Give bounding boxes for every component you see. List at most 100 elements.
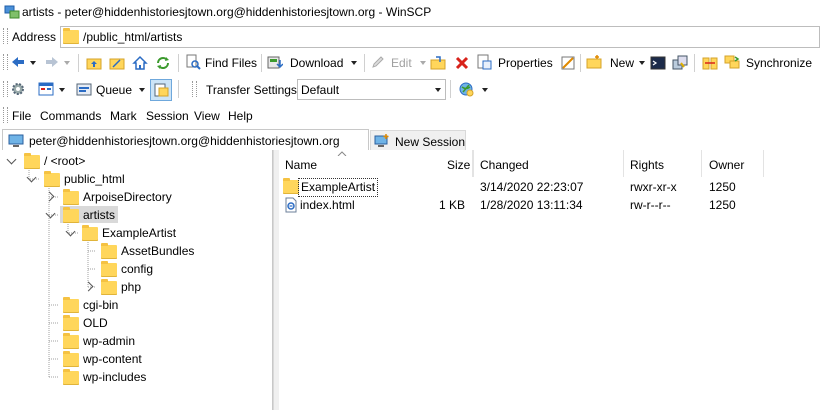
synchronize-button[interactable]: Synchronize <box>724 54 816 72</box>
column-divider[interactable] <box>763 150 764 177</box>
root-directory-icon[interactable] <box>109 55 125 71</box>
back-arrow-icon <box>12 57 24 67</box>
separator <box>261 54 262 72</box>
forward-arrow-icon <box>46 57 58 67</box>
chevron-down-icon[interactable] <box>45 208 56 219</box>
column-divider[interactable] <box>473 150 474 177</box>
download-button[interactable]: Download <box>267 54 361 72</box>
toolbar-grip[interactable] <box>3 54 8 70</box>
column-header-size[interactable]: Size <box>447 158 470 172</box>
refresh-icon[interactable] <box>155 55 171 71</box>
tree-item-old[interactable]: OLD <box>0 314 272 332</box>
toolbar-grip[interactable] <box>3 107 8 123</box>
chevron-right-icon[interactable] <box>44 191 55 202</box>
file-changed: 3/14/2020 22:23:07 <box>480 180 584 194</box>
table-row[interactable]: ExampleArtist 3/14/2020 22:23:07 rwxr-xr… <box>279 178 821 197</box>
menu-session[interactable]: Session <box>146 109 189 123</box>
tree-item-exampleartist[interactable]: ExampleArtist <box>0 224 272 242</box>
tree-item-assetbundles[interactable]: AssetBundles <box>0 242 272 260</box>
tree-item-label: wp-content <box>83 352 142 366</box>
toolbar-grip[interactable] <box>192 81 197 97</box>
tree-item-config[interactable]: config <box>0 260 272 278</box>
column-header-rights[interactable]: Rights <box>630 158 664 172</box>
file-changed: 1/28/2020 13:11:34 <box>480 198 583 212</box>
toolbar-grip[interactable] <box>3 28 8 44</box>
console-icon[interactable] <box>650 55 666 71</box>
transfer-options-button[interactable] <box>458 80 490 98</box>
calculate-size-icon[interactable] <box>560 55 576 71</box>
menu-file[interactable]: File <box>12 109 31 123</box>
find-files-button[interactable]: Find Files <box>185 54 257 72</box>
address-bar: Address /public_html/artists <box>0 24 821 49</box>
folder-icon <box>63 333 79 349</box>
synchronize-label: Synchronize <box>746 56 813 70</box>
preferences-gear-icon[interactable] <box>10 81 26 97</box>
tree-item-php[interactable]: php <box>0 278 272 296</box>
chevron-down-icon <box>64 61 70 65</box>
folder-icon <box>101 261 117 277</box>
menu-view[interactable]: View <box>194 109 220 123</box>
menu-mark[interactable]: Mark <box>110 109 137 123</box>
queue-button[interactable]: Queue <box>76 80 148 98</box>
compare-directories-icon[interactable] <box>702 55 718 71</box>
toolbar-grip[interactable] <box>3 81 8 97</box>
folder-icon <box>82 225 98 241</box>
file-list[interactable]: Name Size Changed Rights Owner ExampleAr… <box>279 150 821 410</box>
tree-item-wp-admin[interactable]: wp-admin <box>0 332 272 350</box>
column-header-owner[interactable]: Owner <box>709 158 744 172</box>
chevron-down-icon[interactable] <box>65 226 76 237</box>
back-button[interactable] <box>10 54 38 71</box>
tab-new-session[interactable]: New Session <box>370 130 466 151</box>
chevron-down-icon[interactable] <box>6 154 17 165</box>
column-divider[interactable] <box>623 150 624 177</box>
separator <box>580 54 581 72</box>
edit-button[interactable]: Edit <box>370 54 426 72</box>
menu-help[interactable]: Help <box>228 109 253 123</box>
queue-toggle-button[interactable] <box>150 79 172 101</box>
tree-item-arpoisedirectory[interactable]: ArpoiseDirectory <box>0 188 272 206</box>
tree-item-artists[interactable]: artists <box>0 206 272 224</box>
home-icon[interactable] <box>132 55 148 71</box>
synchronize-icon <box>724 55 740 69</box>
folder-icon <box>63 315 79 331</box>
column-header-changed[interactable]: Changed <box>480 158 529 172</box>
queue-list-icon <box>154 83 169 97</box>
table-row[interactable]: index.html 1 KB 1/28/2020 13:11:34 rw-r-… <box>279 196 821 214</box>
properties-button[interactable]: Properties <box>476 54 554 72</box>
column-divider[interactable] <box>701 150 702 177</box>
move-to-icon[interactable] <box>430 55 446 71</box>
chevron-right-icon[interactable] <box>83 281 94 292</box>
separator <box>450 80 451 98</box>
transfer-settings-select[interactable]: Default <box>297 79 446 100</box>
file-name: ExampleArtist <box>298 178 379 197</box>
tree-item-label: config <box>121 262 154 276</box>
tree-item-root[interactable]: / <root> <box>0 152 272 170</box>
tab-new-session-label: New Session <box>395 135 466 149</box>
layout-button[interactable] <box>38 80 70 98</box>
separator <box>694 54 695 72</box>
column-header-name[interactable]: Name <box>285 158 317 172</box>
folder-icon <box>101 243 117 259</box>
properties-label: Properties <box>498 56 553 70</box>
computer-icon <box>8 134 24 147</box>
directory-tree[interactable]: / <root> public_html ArpoiseDirectory ar… <box>0 150 273 410</box>
tree-item-wp-includes[interactable]: wp-includes <box>0 368 272 386</box>
delete-icon[interactable] <box>454 55 470 71</box>
putty-icon[interactable] <box>672 55 688 71</box>
tree-item-cgi-bin[interactable]: cgi-bin <box>0 296 272 314</box>
menu-commands[interactable]: Commands <box>40 109 101 123</box>
address-input[interactable]: /public_html/artists <box>60 26 820 48</box>
tree-item-public-html[interactable]: public_html <box>0 170 272 188</box>
tree-item-label: ArpoiseDirectory <box>83 190 172 204</box>
tree-item-label: wp-admin <box>83 334 136 348</box>
tree-item-wp-content[interactable]: wp-content <box>0 350 272 368</box>
file-owner: 1250 <box>709 198 736 212</box>
secondary-toolbar: Queue Transfer Settings Default <box>0 76 821 102</box>
parent-directory-icon[interactable] <box>86 55 102 71</box>
new-button[interactable]: New <box>586 54 645 72</box>
separator <box>78 54 79 72</box>
file-name: index.html <box>300 198 355 212</box>
tab-session[interactable]: peter@hiddenhistoriesjtown.org@hiddenhis… <box>2 129 369 151</box>
forward-button[interactable] <box>44 54 72 71</box>
chevron-down-icon[interactable] <box>26 172 37 183</box>
